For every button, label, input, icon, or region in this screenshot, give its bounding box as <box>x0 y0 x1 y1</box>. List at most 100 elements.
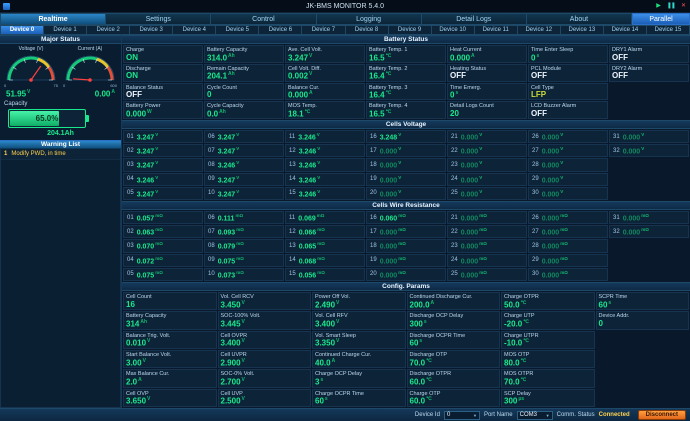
menu-tab-control[interactable]: Control <box>211 13 316 25</box>
voltage-gauge-max: 75 <box>54 83 58 88</box>
current-gauge-dial <box>62 52 118 83</box>
device-tab-1[interactable]: Device 1 <box>44 25 87 35</box>
parallel-button[interactable]: Parallel <box>632 13 690 25</box>
field-value: 0s <box>531 54 605 63</box>
menu-tab-logging[interactable]: Logging <box>317 13 422 25</box>
cell-value: 0.000V <box>542 132 564 141</box>
cell-voltage-01: 013.247V <box>123 130 203 143</box>
cell-value: 0.066mΩ <box>299 227 325 236</box>
field-value: 300μs <box>504 397 592 406</box>
cell-resistance-26: 260.000mΩ <box>528 211 608 224</box>
cell-voltage-28: 280.000V <box>528 158 608 171</box>
status-field-cell-type: Cell TypeLFP <box>528 83 608 101</box>
cell-index: 08 <box>208 243 215 249</box>
comm-status-label: Comm. Status <box>557 412 595 418</box>
field-value: 0.000A <box>288 91 362 100</box>
cell-index: 22 <box>451 229 458 235</box>
device-tab-0[interactable]: Device 0 <box>0 25 44 35</box>
close-icon[interactable]: ✕ <box>681 3 686 9</box>
cell-value: 0.000mΩ <box>542 241 568 250</box>
config-field-soc-100-volt: SOC-100% Volt.3.445V <box>218 311 312 329</box>
chevron-down-icon: ▼ <box>473 413 477 418</box>
field-value: 3s <box>315 378 403 387</box>
cell-value: 0.000V <box>461 160 483 169</box>
cell-index: 31 <box>613 134 620 140</box>
device-tab-8[interactable]: Device 8 <box>346 25 389 35</box>
device-tab-4[interactable]: Device 4 <box>173 25 216 35</box>
app-icon <box>3 3 10 10</box>
cell-index: 29 <box>532 257 539 263</box>
cell-voltage-13: 133.246V <box>285 158 365 171</box>
device-tab-10[interactable]: Device 10 <box>432 25 475 35</box>
cell-value: 0.000V <box>542 160 564 169</box>
cell-value: 0.000mΩ <box>542 227 568 236</box>
device-tab-7[interactable]: Device 7 <box>302 25 345 35</box>
config-field-discharge-otpr: Discharge OTPR60.0℃ <box>407 369 501 387</box>
cell-index: 26 <box>532 215 539 221</box>
device-id-select[interactable]: 0 ▼ <box>444 411 480 420</box>
status-field-cell-volt-diff: Cell Volt. Diff.0.002V <box>285 64 365 82</box>
cell-index: 06 <box>208 134 215 140</box>
menu-tab-settings[interactable]: Settings <box>106 13 211 25</box>
cell-voltage-02: 023.247V <box>123 144 203 157</box>
menu-tab-detail-logs[interactable]: Detail Logs <box>422 13 527 25</box>
device-tab-3[interactable]: Device 3 <box>130 25 173 35</box>
voltage-gauge-dial <box>3 52 59 83</box>
cell-voltage-05: 053.247V <box>123 187 203 200</box>
device-tab-15[interactable]: Device 15 <box>647 25 690 35</box>
cell-index: 13 <box>289 243 296 249</box>
config-field-max-balance-cur: Max Balance Cur.2.0A <box>123 369 217 387</box>
config-field-soc-0-volt: SOC-0% Volt.2.700V <box>218 369 312 387</box>
config-field-charge-otpr: Charge OTPR50.0℃ <box>501 292 595 310</box>
cell-value: 0.000mΩ <box>461 256 487 265</box>
cell-value: 0.000V <box>380 160 402 169</box>
cell-index: 12 <box>289 229 296 235</box>
cell-value: 0.079mΩ <box>218 241 244 250</box>
cell-value: 3.247V <box>218 175 240 184</box>
config-field-mos-otpr: MOS OTPR70.0℃ <box>501 369 595 387</box>
status-field-mos-temp: MOS Temp.18.1℃ <box>285 101 365 119</box>
port-name-select[interactable]: COM3 ▼ <box>517 411 553 420</box>
device-tab-9[interactable]: Device 9 <box>389 25 432 35</box>
device-tab-6[interactable]: Device 6 <box>259 25 302 35</box>
status-field-battery-temp-4: Battery Temp. 416.5℃ <box>366 101 446 119</box>
config-field-discharge-otp: Discharge OTP70.0℃ <box>407 350 501 368</box>
config-field-vol-cell-rcv: Vol. Cell RCV3.450V <box>218 292 312 310</box>
cell-index: 23 <box>451 243 458 249</box>
cell-index: 18 <box>370 162 377 168</box>
field-value: 3.00V <box>126 359 214 368</box>
device-tab-11[interactable]: Device 11 <box>475 25 518 35</box>
cell-voltage-24: 240.000V <box>447 173 527 186</box>
config-field-charge-ocp-delay: Charge OCP Delay3s <box>312 369 406 387</box>
status-field-heating-status: Heating StatusOFF <box>447 64 527 82</box>
menu-tab-about[interactable]: About <box>527 13 632 25</box>
pause-icon[interactable]: ❚❚ <box>667 3 675 9</box>
device-tab-5[interactable]: Device 5 <box>216 25 259 35</box>
device-tab-14[interactable]: Device 14 <box>604 25 647 35</box>
battery-status-grid: ChargeONDischargeONBalance StatusOFFBatt… <box>122 44 690 120</box>
menu-tabs: RealtimeSettingsControlLoggingDetail Log… <box>0 13 632 25</box>
cell-index: 28 <box>532 162 539 168</box>
field-value: 60s <box>410 339 498 348</box>
device-tab-2[interactable]: Device 2 <box>87 25 130 35</box>
cell-index: 27 <box>532 229 539 235</box>
play-icon[interactable]: ▶ <box>656 3 661 9</box>
cell-index: 08 <box>208 162 215 168</box>
device-tab-12[interactable]: Device 12 <box>518 25 561 35</box>
field-value: 18.1℃ <box>288 110 362 119</box>
field-value: OFF <box>612 54 686 63</box>
cell-value: 0.065mΩ <box>299 241 325 250</box>
comm-status-value: Connected <box>599 412 630 418</box>
disconnect-button[interactable]: Disconnect <box>638 410 686 420</box>
field-value: 0.000W <box>126 110 200 119</box>
cell-value: 3.246V <box>298 132 320 141</box>
field-value: 3.400V <box>221 339 309 348</box>
field-label: Charge OCPR Time <box>315 391 403 398</box>
device-tab-13[interactable]: Device 13 <box>561 25 604 35</box>
cell-value: 3.247V <box>218 146 240 155</box>
status-field-dry1-alarm: DRY1 AlarmOFF <box>609 45 689 63</box>
cell-voltage-09: 093.247V <box>204 173 284 186</box>
field-value: 3.445V <box>221 320 309 329</box>
cell-value: 0.000V <box>380 175 402 184</box>
menu-tab-realtime[interactable]: Realtime <box>0 13 106 25</box>
